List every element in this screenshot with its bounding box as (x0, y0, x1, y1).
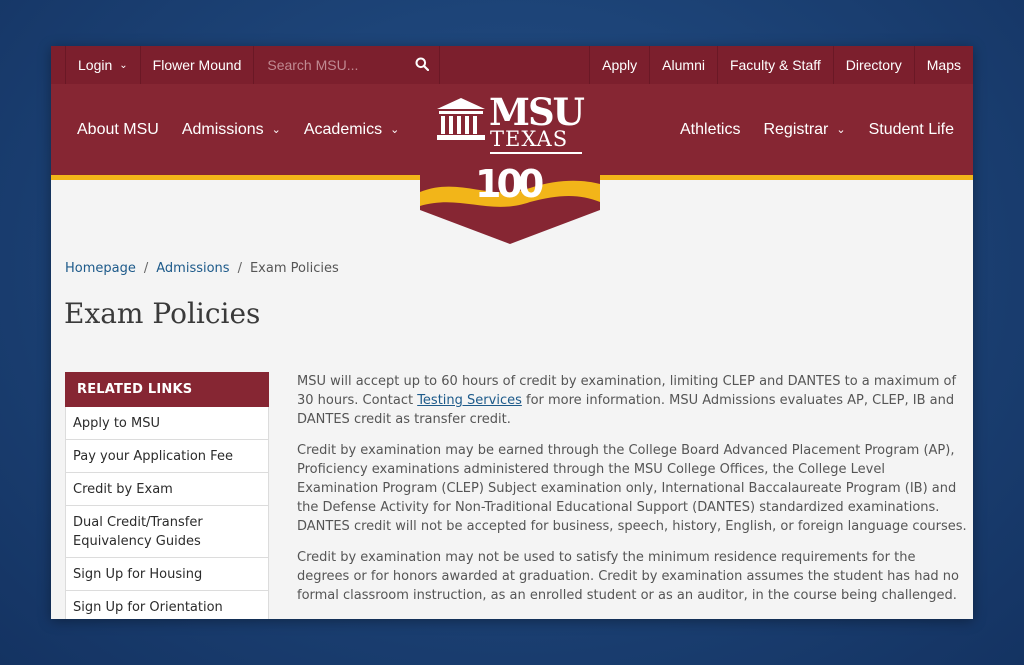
logo-msu-text: MSU (489, 90, 585, 134)
testing-services-link[interactable]: Testing Services (417, 393, 522, 408)
apply-link[interactable]: Apply (590, 46, 651, 84)
sidebar-item-pay-fee[interactable]: Pay your Application Fee (65, 440, 269, 473)
sidebar-item-apply[interactable]: Apply to MSU (65, 407, 269, 440)
related-links-sidebar: RELATED LINKS Apply to MSU Pay your Appl… (65, 372, 269, 619)
main-content: MSU will accept up to 60 hours of credit… (297, 372, 967, 617)
flower-mound-link[interactable]: Flower Mound (141, 46, 255, 84)
page-title: Exam Policies (64, 297, 261, 330)
chevron-down-icon: ⌄ (119, 59, 128, 71)
sidebar-item-orientation[interactable]: Sign Up for Orientation (65, 591, 269, 619)
search-icon[interactable] (415, 57, 430, 74)
content-paragraph: Credit by examination may be earned thro… (297, 443, 967, 534)
nav-registrar[interactable]: Registrar ⌄ (763, 121, 845, 139)
nav-academics[interactable]: Academics ⌄ (304, 121, 399, 139)
search-box (254, 46, 441, 84)
content-paragraph: Credit by examination may not be used to… (297, 550, 959, 603)
alumni-link[interactable]: Alumni (650, 46, 718, 84)
breadcrumb-current: Exam Policies (249, 261, 339, 276)
faculty-staff-link[interactable]: Faculty & Staff (718, 46, 834, 84)
login-menu[interactable]: Login ⌄ (65, 46, 141, 84)
nav-student-life[interactable]: Student Life (869, 121, 954, 139)
login-label: Login (78, 57, 113, 73)
content-paragraph: MSU will accept up to 60 hours of credit… (297, 374, 957, 427)
breadcrumb: Homepage / Admissions / Exam Policies (65, 261, 339, 276)
flower-mound-label: Flower Mound (152, 57, 242, 73)
breadcrumb-admissions[interactable]: Admissions (156, 261, 229, 276)
logo-100-anniversary: 100 (475, 162, 544, 206)
nav-admissions[interactable]: Admissions ⌄ (182, 121, 281, 139)
chevron-down-icon: ⌄ (271, 124, 281, 136)
msu-texas-logo[interactable]: MSU TEXAS 100 (420, 84, 600, 254)
utility-bar: Login ⌄ Flower Mound Apply Alumni Facult… (51, 46, 973, 84)
related-links-heading: RELATED LINKS (65, 372, 269, 407)
sidebar-item-housing[interactable]: Sign Up for Housing (65, 558, 269, 591)
sidebar-item-dual-credit[interactable]: Dual Credit/Transfer Equivalency Guides (65, 506, 269, 558)
sidebar-item-credit-by-exam[interactable]: Credit by Exam (65, 473, 269, 506)
search-input[interactable] (267, 57, 398, 73)
nav-athletics[interactable]: Athletics (680, 121, 740, 139)
breadcrumb-homepage[interactable]: Homepage (65, 261, 136, 276)
chevron-down-icon: ⌄ (390, 124, 400, 136)
browser-page: Login ⌄ Flower Mound Apply Alumni Facult… (51, 46, 973, 619)
logo-texas-text: TEXAS (490, 127, 569, 151)
chevron-down-icon: ⌄ (836, 124, 846, 136)
maps-link[interactable]: Maps (915, 46, 973, 84)
nav-about-msu[interactable]: About MSU (77, 121, 159, 139)
directory-link[interactable]: Directory (834, 46, 915, 84)
